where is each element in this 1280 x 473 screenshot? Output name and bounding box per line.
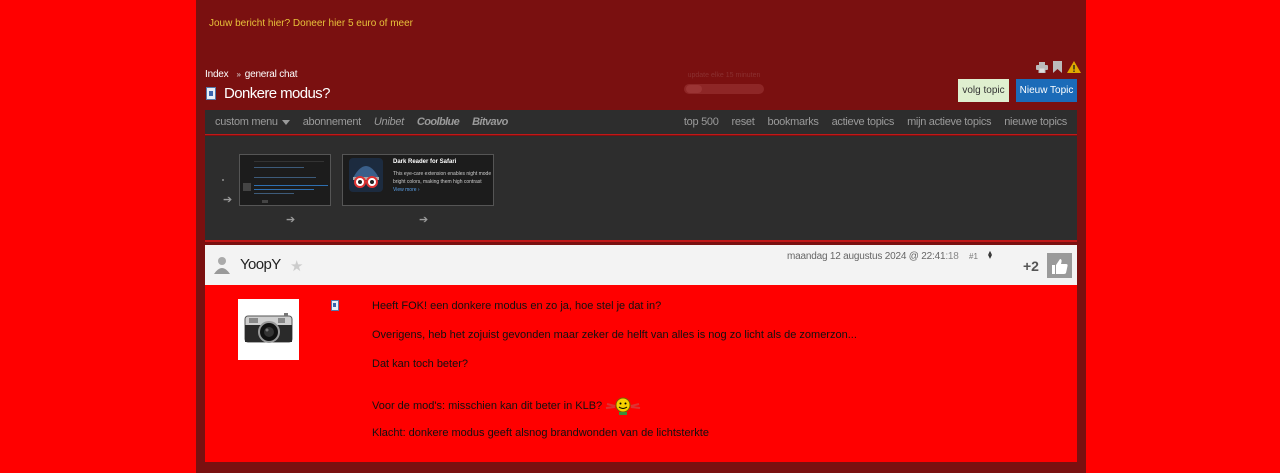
user-avatar-camera[interactable]: [238, 299, 299, 360]
nav-item-bitvavo[interactable]: Bitvavo: [472, 116, 508, 128]
carousel-arrow-icon[interactable]: ➔: [223, 193, 232, 206]
nav-item-actieve-topics[interactable]: actieve topics: [832, 116, 895, 128]
featured-thumbnail-1[interactable]: [239, 154, 331, 206]
page-title: Donkere modus?: [224, 85, 330, 102]
thumbnail-2-description: This eye-care extension enables night mo…: [393, 171, 492, 185]
star-icon[interactable]: ★: [290, 257, 303, 275]
breadcrumb: Index » general chat: [205, 69, 298, 80]
nav-item-abonnement[interactable]: abonnement: [303, 116, 361, 128]
breadcrumb-separator: »: [236, 70, 241, 79]
topic-title-row: Donkere modus?: [206, 85, 330, 102]
update-interval-slider[interactable]: [684, 84, 764, 94]
thumbnail-2-title: Dark Reader for Safari: [393, 159, 457, 165]
post-username[interactable]: YoopY: [240, 256, 281, 273]
chevron-down-icon[interactable]: [281, 119, 290, 125]
nav-item-custom-menu[interactable]: custom menu: [215, 116, 278, 128]
featured-strip: ➔ ➔ Dark Reader for Safari This eye-care…: [205, 136, 1077, 242]
update-interval-label: update elke 15 minuten: [687, 72, 761, 79]
nav-item-mijn-actieve-topics[interactable]: mijn actieve topics: [907, 116, 991, 128]
post-line-4: Voor de mod's: misschien kan dit beter i…: [372, 397, 641, 415]
thumbnail-2-arrow-icon[interactable]: ➔: [419, 213, 428, 226]
post-sort-arrows-icon[interactable]: ▴ ▾: [988, 249, 992, 261]
carousel-dot: [222, 179, 224, 181]
nav-item-nieuwe-topics[interactable]: nieuwe topics: [1004, 116, 1067, 128]
topic-tools: [1036, 61, 1081, 73]
dancing-smiley-icon: [606, 397, 641, 415]
post-line-3: Dat kan toch beter?: [372, 358, 469, 370]
breadcrumb-index[interactable]: Index: [205, 69, 229, 80]
nav-bar: custom menu abonnement Unibet Coolblue Bitva…: [205, 110, 1077, 135]
donation-banner-link[interactable]: Jouw bericht hier? Doneer hier 5 euro of…: [209, 18, 413, 29]
new-topic-button[interactable]: Nieuw Topic: [1016, 79, 1077, 102]
warning-icon[interactable]: [1067, 61, 1081, 73]
page-frame: Jouw bericht hier? Doneer hier 5 euro of…: [196, 0, 1086, 473]
bookmark-icon[interactable]: [1053, 61, 1062, 73]
nav-item-top-500[interactable]: top 500: [684, 116, 719, 128]
post-document-icon: [331, 300, 339, 311]
post-score: +2: [1023, 258, 1039, 274]
breadcrumb-forum[interactable]: general chat: [245, 69, 298, 80]
thumbnail-2-view-more[interactable]: View more ›: [393, 187, 420, 193]
thumbnail-1-arrow-icon[interactable]: ➔: [286, 213, 295, 226]
nav-item-bookmarks[interactable]: bookmarks: [768, 116, 819, 128]
nav-right: top 500 reset bookmarks actieve topics mijn …: [684, 116, 1077, 128]
update-interval: update elke 15 minuten: [684, 72, 764, 94]
post-line-1: Heeft FOK! een donkere modus en zo ja, h…: [372, 300, 662, 312]
user-silhouette-icon: [214, 257, 230, 274]
nav-left: custom menu abonnement Unibet Coolblue Bitva…: [205, 116, 508, 128]
nav-item-reset[interactable]: reset: [732, 116, 755, 128]
featured-thumbnail-2[interactable]: Dark Reader for Safari This eye-care ext…: [342, 154, 494, 206]
post-line-2: Overigens, heb het zojuist gevonden maar…: [372, 329, 857, 341]
dark-reader-logo-icon: [349, 158, 383, 192]
thumbs-up-icon: [1051, 258, 1068, 274]
post-date: maandag 12 augustus 2024 @ 22:41:18: [787, 251, 959, 262]
topic-document-icon: [206, 87, 216, 100]
post-body: Heeft FOK! een donkere modus en zo ja, h…: [205, 285, 1077, 462]
follow-topic-button[interactable]: volg topic: [958, 79, 1009, 102]
slider-knob[interactable]: [686, 85, 702, 93]
post-number[interactable]: #1: [969, 252, 978, 261]
nav-item-coolblue[interactable]: Coolblue: [417, 116, 460, 128]
post-header: YoopY ★ maandag 12 augustus 2024 @ 22:41…: [205, 245, 1077, 285]
nav-item-unibet[interactable]: Unibet: [374, 116, 404, 128]
post-line-5: Klacht: donkere modus geeft alsnog brand…: [372, 427, 709, 439]
like-button[interactable]: [1047, 253, 1072, 278]
print-icon[interactable]: [1036, 61, 1048, 73]
